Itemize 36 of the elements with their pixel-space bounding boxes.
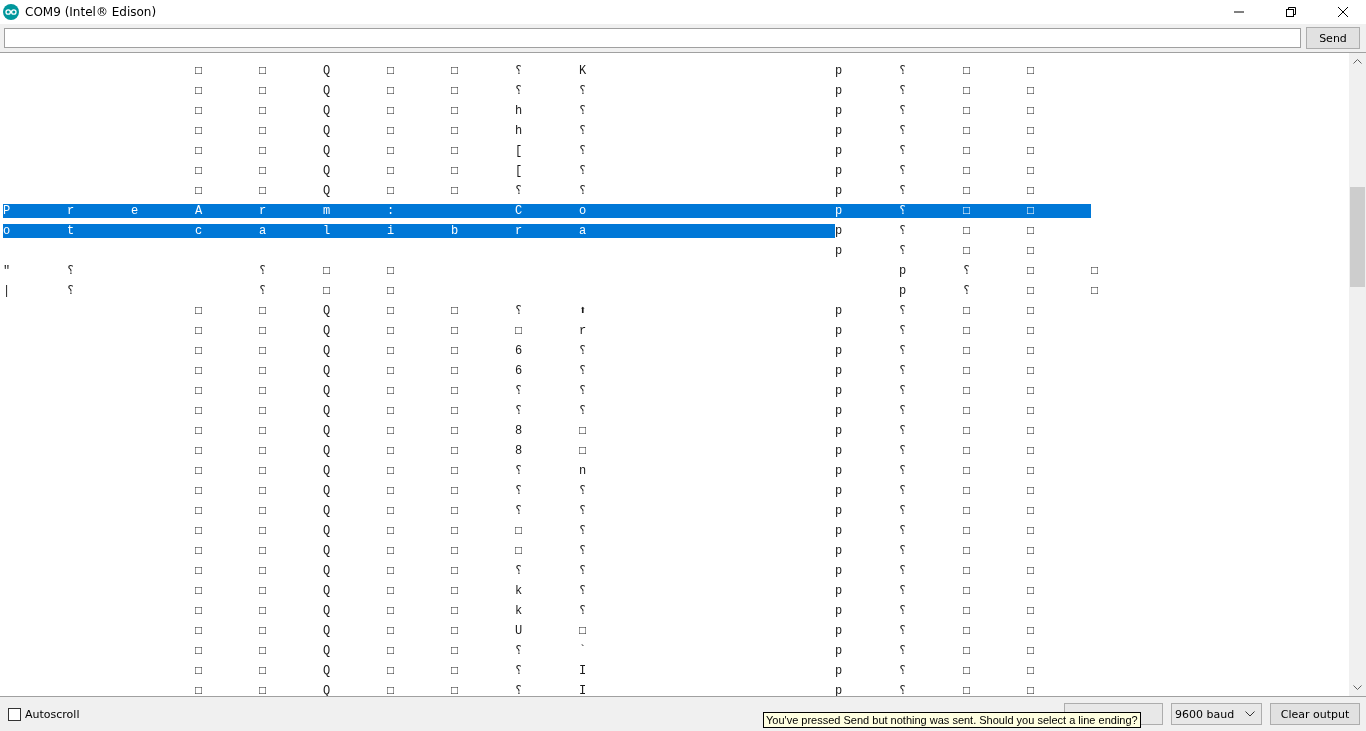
output-text: | ⸮ ⸮ □ □ p ⸮ □ □ bbox=[3, 284, 1099, 298]
output-text: □ □ Q □ □ 8 □ p ⸮ □ □ bbox=[194, 444, 1035, 458]
output-text: □ □ Q □ □ ⸮ ⬆ p ⸮ □ □ bbox=[194, 304, 1035, 318]
output-text: □ □ Q □ □ k ⸮ p ⸮ □ □ bbox=[194, 584, 1035, 598]
output-text: □ □ Q □ □ 8 □ p ⸮ □ □ bbox=[194, 424, 1035, 438]
output-text: □ □ Q □ □ 6 ⸮ p ⸮ □ □ bbox=[194, 364, 1035, 378]
autoscroll-label: Autoscroll bbox=[25, 707, 80, 721]
output-text: □ □ Q □ □ [ ⸮ p ⸮ □ □ bbox=[194, 164, 1035, 178]
output-text: □ □ Q □ □ ⸮ ⸮ p ⸮ □ □ bbox=[194, 184, 1035, 198]
output-text: □ □ Q □ □ ⸮ ⸮ p ⸮ □ □ bbox=[194, 84, 1035, 98]
output-text: □ □ Q □ □ h ⸮ p ⸮ □ □ bbox=[194, 124, 1035, 138]
output-text: □ □ Q □ □ ⸮ ` p ⸮ □ □ bbox=[194, 644, 1035, 658]
output-text: □ □ Q □ □ ⸮ n p ⸮ □ □ bbox=[194, 464, 1035, 478]
output-text: □ □ Q □ □ ⸮ I p ⸮ □ □ bbox=[194, 684, 1035, 696]
output-text: o t c a l i b r a bbox=[3, 224, 835, 238]
output-text: □ □ Q □ □ ⸮ ⸮ p ⸮ □ □ bbox=[194, 404, 1035, 418]
output-text: □ □ Q □ □ U □ p ⸮ □ □ bbox=[194, 624, 1035, 638]
output-text: □ □ Q □ □ ⸮ ⸮ p ⸮ □ □ bbox=[194, 504, 1035, 518]
output-text: p ⸮ □ □ bbox=[834, 244, 1035, 258]
output-text: □ □ Q □ □ k ⸮ p ⸮ □ □ bbox=[194, 604, 1035, 618]
tooltip: You've pressed Send but nothing was sent. Should you select a line ending? bbox=[763, 712, 1141, 728]
output-text: □ □ Q □ □ ⸮ I p ⸮ □ □ bbox=[194, 664, 1035, 678]
output-text: □ □ Q □ □ 6 ⸮ p ⸮ □ □ bbox=[194, 344, 1035, 358]
window-title: COM9 (Intel® Edison) bbox=[25, 5, 157, 19]
output-text: □ □ Q □ □ [ ⸮ p ⸮ □ □ bbox=[194, 144, 1035, 158]
output-text: □ □ Q □ □ □ r p ⸮ □ □ bbox=[194, 324, 1035, 338]
output-text: □ □ Q □ □ ⸮ K p ⸮ □ □ bbox=[194, 64, 1035, 78]
output-text: p ⸮ □ □ bbox=[835, 224, 1035, 238]
output-text: □ □ Q □ □ □ ⸮ p ⸮ □ □ bbox=[194, 544, 1035, 558]
output-text: □ □ Q □ □ ⸮ ⸮ p ⸮ □ □ bbox=[194, 564, 1035, 578]
output-text: □ □ Q □ □ h ⸮ p ⸮ □ □ bbox=[194, 104, 1035, 118]
output-text: " ⸮ ⸮ □ □ p ⸮ □ □ bbox=[3, 264, 1099, 278]
output-text: □ □ Q □ □ ⸮ ⸮ p ⸮ □ □ bbox=[194, 384, 1035, 398]
output-text: □ □ Q □ □ ⸮ ⸮ p ⸮ □ □ bbox=[194, 484, 1035, 498]
output-text: P r e A r m : C o p ⸮ □ □ bbox=[3, 204, 1091, 218]
output-text: □ □ Q □ □ □ ⸮ p ⸮ □ □ bbox=[194, 524, 1035, 538]
